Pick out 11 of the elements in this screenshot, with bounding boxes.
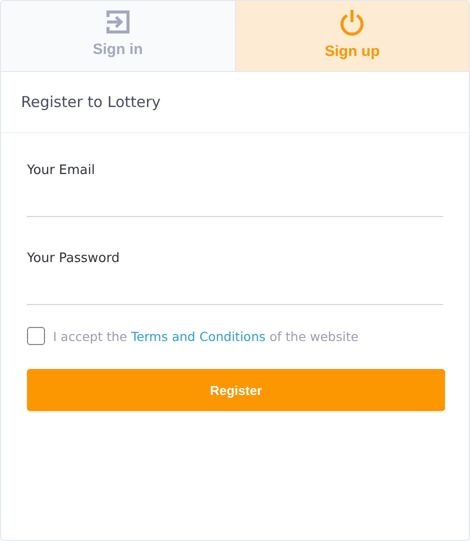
field-label: Your Password [27, 251, 121, 266]
checkbox[interactable] [27, 327, 45, 345]
tab[interactable]: Sign in [1, 1, 236, 71]
power-icon [339, 9, 366, 37]
sign-in-icon [104, 9, 131, 35]
register-button[interactable]: Register [27, 369, 445, 411]
form-title: Register to Lottery [21, 93, 161, 111]
field-label: Your Email [27, 163, 96, 178]
terms-text: I accept the Terms and Conditions of the website [53, 328, 358, 344]
tab[interactable]: Sign up [236, 1, 469, 71]
terms-link[interactable]: Terms and Conditions [131, 328, 266, 344]
